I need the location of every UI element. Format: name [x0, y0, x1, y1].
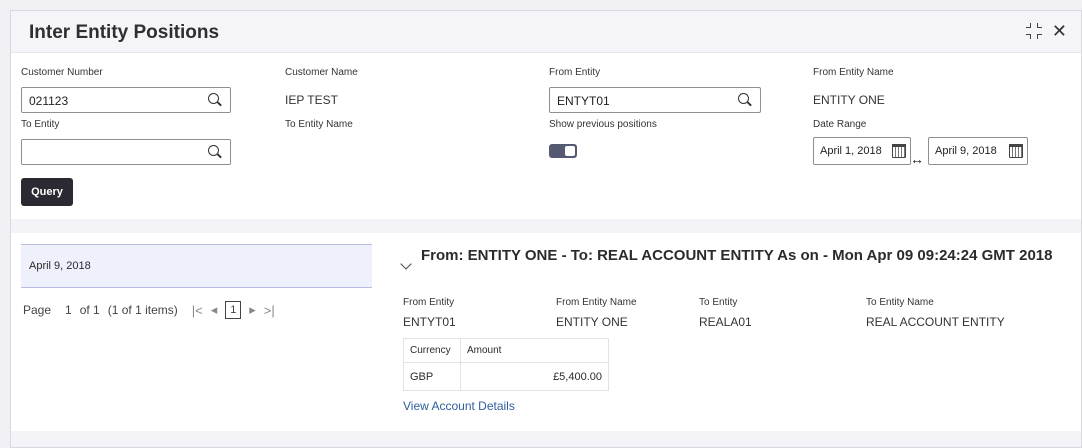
from-entity-label: From Entity — [549, 67, 601, 78]
customer-number-label: Customer Number — [21, 67, 103, 78]
last-page-button[interactable]: >| — [264, 303, 275, 318]
date-from-value: April 1, 2018 — [820, 145, 882, 157]
detail-from-entity-value: ENTYT01 — [403, 315, 456, 329]
next-page-button[interactable]: ▸ — [249, 302, 256, 318]
minimize-icon[interactable] — [1025, 23, 1042, 39]
detail-from-entity-name-label: From Entity Name — [556, 297, 637, 308]
search-icon[interactable] — [208, 145, 222, 159]
currency-amount-table: Currency Amount GBP £5,400.00 — [403, 338, 609, 391]
to-entity-input[interactable] — [21, 139, 231, 165]
table-row: GBP £5,400.00 — [403, 362, 609, 391]
from-entity-input[interactable]: ENTYT01 — [549, 87, 761, 113]
search-icon[interactable] — [208, 93, 222, 107]
detail-from-entity-name-value: ENTITY ONE — [556, 315, 628, 329]
show-previous-positions-label: Show previous positions — [549, 119, 657, 130]
detail-to-entity-name-label: To Entity Name — [866, 297, 934, 308]
query-button[interactable]: Query — [21, 178, 73, 206]
show-previous-positions-toggle[interactable] — [549, 144, 577, 158]
table-cell-currency: GBP — [403, 362, 461, 391]
table-header-row: Currency Amount — [403, 338, 609, 363]
search-icon[interactable] — [738, 93, 752, 107]
current-page-box[interactable]: 1 — [225, 301, 242, 319]
date-to-value: April 9, 2018 — [935, 145, 997, 157]
inter-entity-positions-window: Inter Entity Positions ✕ Customer Number… — [10, 10, 1082, 448]
divider-band — [11, 219, 1081, 233]
to-entity-label: To Entity — [21, 119, 60, 130]
date-range-separator-icon: ↔ — [910, 151, 924, 167]
detail-from-entity-label: From Entity — [403, 297, 455, 308]
calendar-icon[interactable] — [892, 144, 906, 158]
page-number: 1 — [65, 303, 72, 317]
page-items-count: (1 of 1 items) — [107, 303, 178, 317]
view-account-details-link[interactable]: View Account Details — [403, 399, 515, 413]
list-item[interactable]: April 9, 2018 — [21, 244, 372, 288]
date-range-label: Date Range — [813, 119, 867, 130]
detail-to-entity-value: REALA01 — [699, 315, 752, 329]
close-icon[interactable]: ✕ — [1052, 22, 1067, 40]
window-header: Inter Entity Positions ✕ — [11, 11, 1081, 53]
to-entity-name-label: To Entity Name — [285, 119, 353, 130]
detail-to-entity-label: To Entity — [699, 297, 738, 308]
page-title: Inter Entity Positions — [29, 22, 220, 43]
from-entity-name-value: ENTITY ONE — [813, 93, 885, 107]
amount-column-header: Amount — [460, 338, 609, 363]
date-range-to-input[interactable]: April 9, 2018 — [928, 137, 1028, 165]
customer-number-value: 021123 — [29, 94, 69, 108]
customer-number-input[interactable]: 021123 — [21, 87, 231, 113]
footer-band — [11, 431, 1081, 447]
calendar-icon[interactable] — [1009, 144, 1023, 158]
detail-to-entity-name-value: REAL ACCOUNT ENTITY — [866, 315, 1005, 329]
customer-name-label: Customer Name — [285, 67, 358, 78]
date-range-from-input[interactable]: April 1, 2018 — [813, 137, 911, 165]
page-of: of 1 — [79, 303, 100, 317]
from-entity-name-label: From Entity Name — [813, 67, 894, 78]
pagination: Page 1 of 1 (1 of 1 items) |< ◂ 1 ▸ >| — [23, 301, 283, 319]
prev-page-button[interactable]: ◂ — [211, 302, 218, 318]
customer-name-value: IEP TEST — [285, 93, 338, 107]
currency-column-header: Currency — [403, 338, 461, 363]
first-page-button[interactable]: |< — [192, 303, 203, 318]
table-cell-amount: £5,400.00 — [460, 362, 609, 391]
from-entity-value: ENTYT01 — [557, 94, 610, 108]
page-label: Page — [23, 303, 52, 317]
position-detail-title: From: ENTITY ONE - To: REAL ACCOUNT ENTI… — [421, 247, 1053, 264]
